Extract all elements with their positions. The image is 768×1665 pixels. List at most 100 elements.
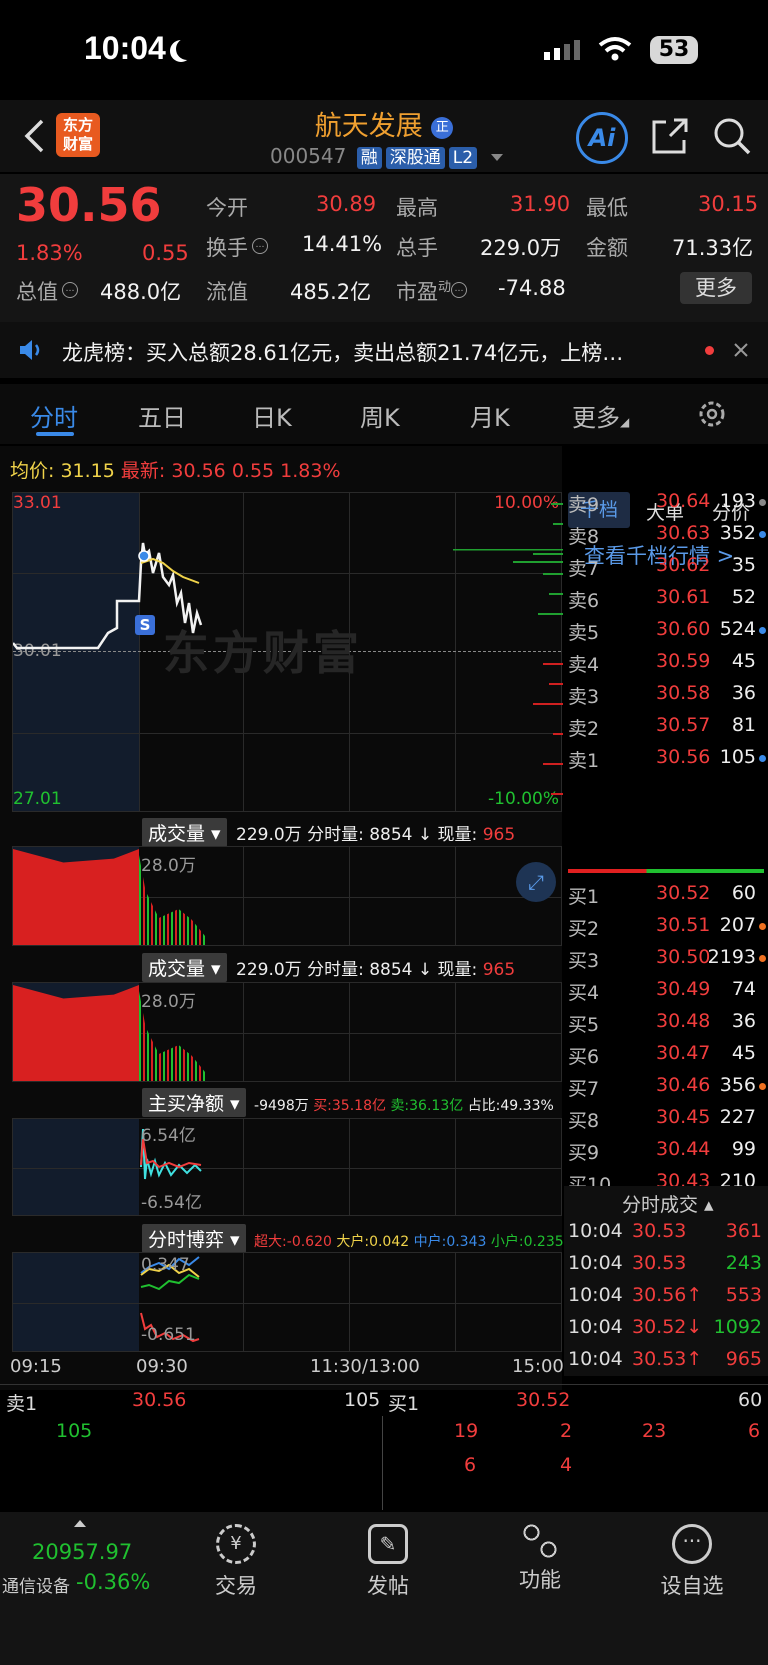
ask-row[interactable]: 卖4 30.59 45: [564, 650, 768, 680]
trades-title-text: 分时成交: [622, 1194, 699, 1216]
info-icon[interactable]: …: [252, 238, 268, 254]
level-volume: 352: [719, 522, 756, 544]
latest-label: 最新:: [120, 460, 166, 482]
tag-margin: 融: [356, 147, 382, 169]
ask-row[interactable]: 卖5 30.60 524: [564, 618, 768, 648]
bid-row[interactable]: 买4 30.49 74: [564, 978, 768, 1008]
ask-row[interactable]: 卖7 30.62 35: [564, 554, 768, 584]
close-icon[interactable]: [733, 342, 749, 358]
ask-row[interactable]: 卖8 30.63 352: [564, 522, 768, 552]
tab-daily-k[interactable]: 日K: [252, 398, 292, 433]
pe-superscript: 动: [438, 280, 452, 295]
market-cap-label: 总值…: [16, 276, 78, 306]
net-buy-button[interactable]: 主买净额 ▾: [142, 1088, 246, 1117]
trade-row: 10:04 30.53 361: [564, 1220, 768, 1250]
ask-row[interactable]: 卖3 30.58 36: [564, 682, 768, 712]
latest-change: 0.55: [231, 460, 275, 482]
volume-panel-2[interactable]: 28.0万: [12, 982, 562, 1082]
net-buy-button-label: 主买净额: [148, 1093, 225, 1115]
nav-trade[interactable]: ¥ 交易: [176, 1520, 296, 1600]
bid-row[interactable]: 买5 30.48 36: [564, 1010, 768, 1040]
game-small: 小户:0.235: [490, 1234, 564, 1250]
nav-functions-label: 功能: [519, 1568, 561, 1592]
level-price: 30.59: [656, 650, 711, 672]
settings-gear-icon[interactable]: [696, 398, 728, 430]
stock-code-line[interactable]: 000547 融深股通 L2: [270, 144, 504, 169]
ask-row[interactable]: 卖9 30.64 193: [564, 490, 768, 520]
banner-text[interactable]: 龙虎榜：买入总额28.61亿元，卖出总额21.74亿元，上榜…: [62, 337, 623, 367]
volume-total: 229.0万: [236, 825, 302, 845]
signal-icon: [544, 40, 584, 60]
change-percent: 1.83%: [16, 241, 83, 265]
tab-five-day[interactable]: 五日: [138, 398, 186, 433]
game-panel[interactable]: 0.347 -0.651: [12, 1252, 562, 1352]
pe-label: 市盈动…: [396, 276, 468, 306]
ask-row[interactable]: 卖2 30.57 81: [564, 714, 768, 744]
ai-button[interactable]: Ai: [576, 112, 628, 164]
bid-row[interactable]: 买2 30.51 207: [564, 914, 768, 944]
expand-icon[interactable]: ⤢: [516, 862, 556, 902]
order-marker-dot: [759, 1083, 766, 1090]
volume-2-max: 28.0万: [141, 992, 196, 1012]
chart-info-line: 均价: 31.15 最新: 30.56 0.55 1.83%: [10, 456, 341, 483]
nav-add-watchlist[interactable]: ··· 设自选: [632, 1520, 752, 1600]
net-buy-panel[interactable]: 6.54亿 -6.54亿: [12, 1118, 562, 1216]
level-volume: 105: [719, 746, 756, 768]
bid-row[interactable]: 买9 30.44 99: [564, 1138, 768, 1168]
bid-row[interactable]: 买8 30.45 227: [564, 1106, 768, 1136]
float-cap-value: 485.2亿: [290, 280, 372, 304]
volume-button-label: 成交量: [148, 958, 206, 980]
info-icon[interactable]: …: [451, 282, 468, 298]
price-panel[interactable]: 东方财富 33.01 27.01 30.01 10.00% -10.00% S: [12, 492, 563, 812]
nav-functions[interactable]: 功能: [480, 1520, 600, 1594]
index-widget[interactable]: 20957.97 通信设备 -0.36%: [0, 1520, 170, 1597]
tab-monthly-k[interactable]: 月K: [470, 398, 510, 433]
nav-trade-label: 交易: [215, 1574, 257, 1598]
bid-row[interactable]: 买7 30.46 356: [564, 1074, 768, 1104]
bid-queue-order: 6: [464, 1454, 477, 1476]
order-marker-dot: [759, 955, 766, 962]
battery-indicator: 53: [650, 36, 698, 64]
volume-1-max: 28.0万: [141, 856, 196, 876]
level-price: 30.63: [656, 522, 711, 544]
current-volume: 965: [482, 825, 516, 845]
volume-total: 229.0万: [236, 960, 302, 980]
grid-icon: [523, 1524, 557, 1558]
level-price: 30.50: [656, 946, 711, 968]
trade-time: 10:04: [568, 1348, 623, 1370]
volume-panel-1[interactable]: 28.0万: [12, 846, 562, 946]
more-button[interactable]: 更多: [680, 272, 752, 304]
level-volume: 45: [731, 650, 756, 672]
queue-ask-vol: 105: [344, 1389, 381, 1411]
tab-more[interactable]: 更多◢: [572, 398, 629, 433]
volume-indicator-button[interactable]: 成交量 ▾: [142, 818, 227, 847]
trades-title[interactable]: 分时成交 ▴: [622, 1190, 714, 1217]
bid-row[interactable]: 买6 30.47 45: [564, 1042, 768, 1072]
ask-row[interactable]: 卖1 30.56 105: [564, 746, 768, 776]
ask-row[interactable]: 卖6 30.61 52: [564, 586, 768, 616]
level-label: 买9: [568, 1142, 600, 1164]
nav-post[interactable]: ✎ 发帖: [328, 1520, 448, 1600]
speaker-icon: [20, 340, 40, 360]
tab-weekly-k[interactable]: 周K: [360, 398, 400, 433]
game-button[interactable]: 分时博弈 ▾: [142, 1224, 246, 1253]
level-price: 30.56: [656, 746, 711, 768]
share-icon[interactable]: [650, 116, 690, 156]
volume-indicator-button[interactable]: 成交量 ▾: [142, 953, 227, 982]
tab-intraday[interactable]: 分时: [30, 398, 78, 433]
segment-volume: 分时量: 8854: [307, 960, 413, 980]
order-marker-dot: [759, 923, 766, 930]
info-icon[interactable]: …: [62, 282, 78, 298]
search-icon[interactable]: [712, 116, 752, 156]
bid-row[interactable]: 买1 30.52 60: [564, 882, 768, 912]
float-cap-label: 流值: [206, 280, 248, 304]
bid-row[interactable]: 买3 30.50 2193: [564, 946, 768, 976]
trade-row: 10:04 30.52↓ 1092: [564, 1316, 768, 1346]
market-cap-value: 488.0亿: [100, 280, 182, 304]
trade-time: 10:04: [568, 1284, 623, 1306]
level-label: 买7: [568, 1078, 600, 1100]
high-value: 31.90: [510, 192, 571, 216]
tab-indicator: [36, 432, 74, 436]
sell-marker-icon[interactable]: S: [135, 615, 155, 635]
turnover-label-text: 换手: [206, 236, 248, 260]
